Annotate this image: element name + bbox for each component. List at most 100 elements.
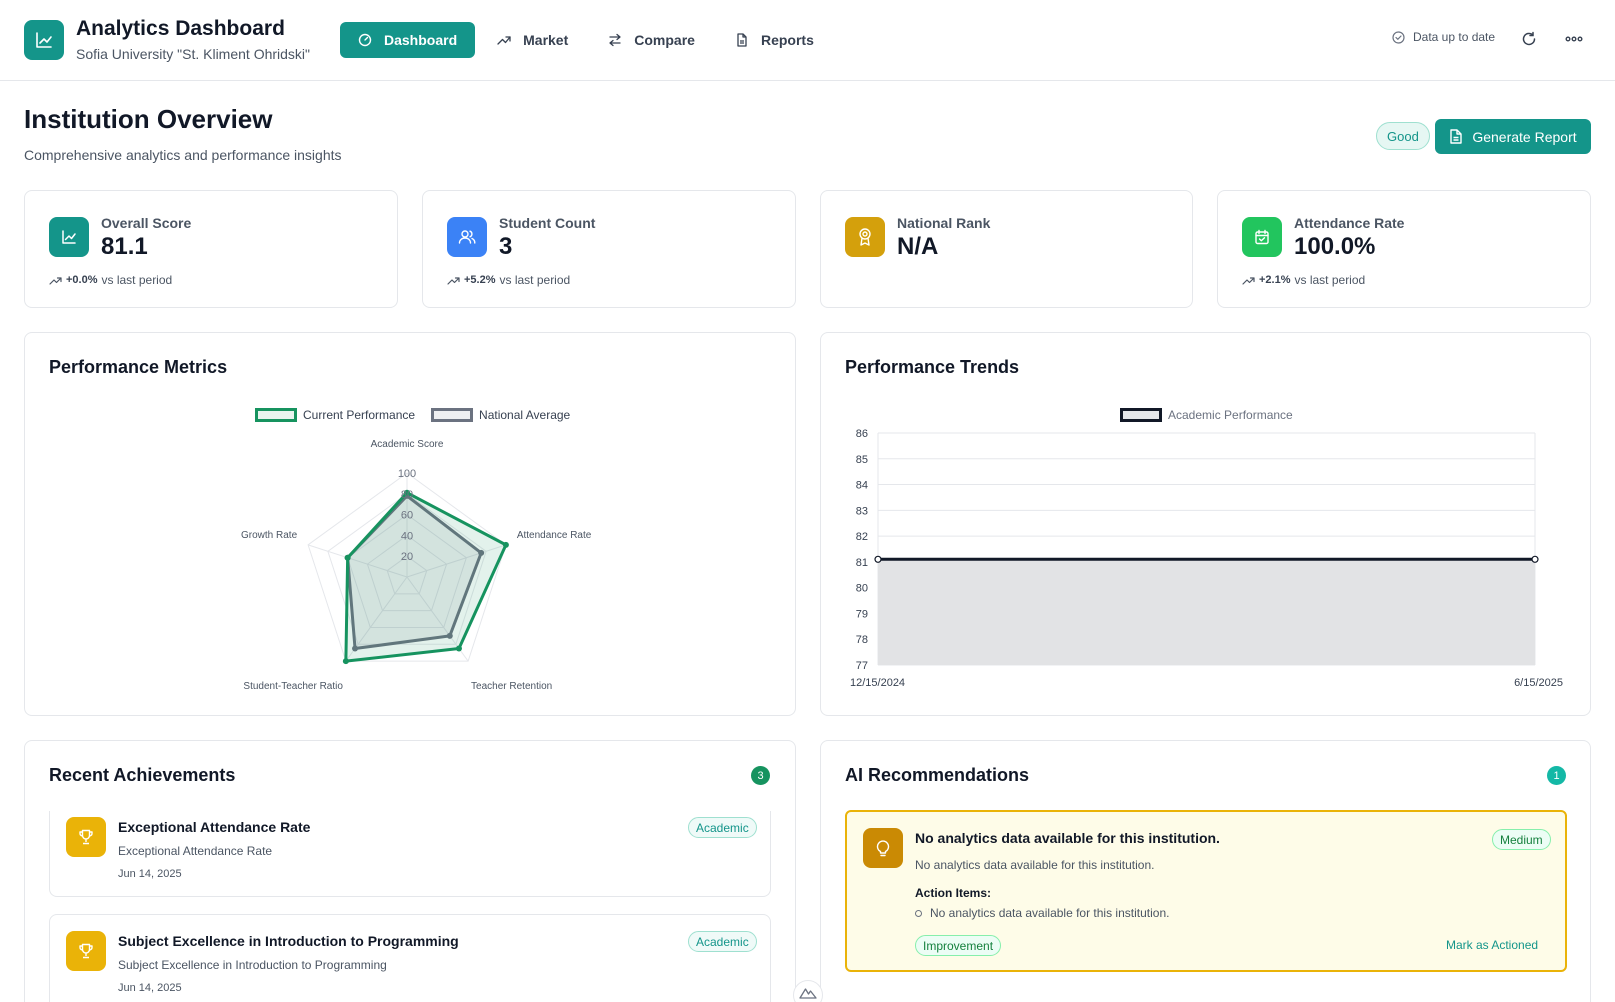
achievement-title: Subject Excellence in Introduction to Pr… — [118, 933, 459, 949]
radar-data-point — [502, 541, 509, 548]
nav-label: Reports — [760, 32, 814, 48]
trend-chart: 77 78 79 80 81 82 83 84 85 86 12/15/2024 6/15/2025 — [850, 428, 1563, 689]
legend-swatch-current[interactable] — [255, 408, 297, 422]
kpi-icon-bg — [1242, 217, 1282, 257]
radar-axis-label: Academic Score — [371, 439, 444, 450]
kpi-label: Student Count — [499, 215, 596, 231]
institution-name: Sofia University "St. Kliment Ohridski" — [76, 46, 311, 62]
more-horizontal-icon — [1565, 36, 1583, 42]
achievement-description: Subject Excellence in Introduction to Pr… — [118, 958, 387, 972]
action-items-label: Action Items: — [915, 886, 992, 900]
kpi-trend: +5.2% vs last period — [447, 273, 570, 287]
lightbulb-icon — [876, 840, 890, 857]
users-icon — [458, 230, 476, 244]
kpi-icon-bg — [49, 217, 89, 257]
kpi-change-suffix: vs last period — [101, 273, 173, 287]
action-item: No analytics data available for this ins… — [915, 906, 1169, 920]
trend-data-point — [874, 555, 882, 563]
achievement-item[interactable]: Exceptional Attendance Rate Exceptional … — [49, 811, 771, 897]
radar-data-point — [455, 645, 462, 652]
trend-y-tick: 84 — [856, 480, 868, 492]
kpi-change-suffix: vs last period — [499, 273, 571, 287]
trend-y-tick: 85 — [856, 454, 868, 466]
kpi-trend: +2.1% vs last period — [1242, 273, 1365, 287]
floating-devtools-button[interactable] — [793, 980, 823, 1002]
priority-badge: Medium — [1492, 829, 1551, 850]
health-badge: Good — [1376, 122, 1430, 150]
radar-data-point — [344, 554, 351, 561]
nav-market[interactable]: Market — [479, 22, 586, 58]
legend-label-current[interactable]: Current Performance — [303, 408, 415, 422]
kpi-icon-bg — [845, 217, 885, 257]
nav-reports[interactable]: Reports — [717, 22, 832, 58]
recommendation-title: No analytics data available for this ins… — [915, 830, 1220, 846]
trend-data-point — [1531, 555, 1539, 563]
radar-tick-label: 20 — [401, 551, 413, 563]
trend-y-tick: 79 — [856, 608, 868, 620]
trophy-icon — [79, 943, 93, 959]
legend-label-national[interactable]: National Average — [479, 408, 570, 422]
kpi-card-overall-score: Overall Score 81.1 +0.0% vs last period — [24, 190, 398, 308]
mark-as-actioned-link[interactable]: Mark as Actioned — [1446, 938, 1538, 952]
achievement-date: Jun 14, 2025 — [118, 868, 182, 880]
legend-swatch-national[interactable] — [431, 408, 474, 422]
section-title: AI Recommendations — [845, 765, 1030, 785]
trend-up-icon — [1242, 277, 1255, 285]
radar-data-point — [342, 658, 349, 665]
radar-axis-label: Attendance Rate — [517, 530, 592, 541]
achievement-title: Exceptional Attendance Rate — [118, 819, 311, 835]
achievement-item[interactable]: Subject Excellence in Introduction to Pr… — [49, 914, 771, 1002]
generate-report-label: Generate Report — [1472, 128, 1577, 145]
calendar-check-icon — [1255, 229, 1269, 245]
main-nav: Dashboard Market Compare Reports — [340, 22, 832, 58]
section-title: Performance Trends — [845, 357, 1020, 377]
achievement-description: Exceptional Attendance Rate — [118, 844, 273, 858]
page-subtitle: Comprehensive analytics and performance … — [24, 147, 342, 163]
kpi-change: +0.0% — [66, 274, 98, 286]
action-item-text: No analytics data available for this ins… — [930, 906, 1170, 920]
data-status: Data up to date — [1392, 30, 1495, 44]
top-bar: Analytics Dashboard Sofia University "St… — [0, 0, 1615, 81]
trophy-icon-bg — [66, 817, 106, 857]
status-text: Data up to date — [1413, 30, 1496, 44]
trophy-icon-bg — [66, 931, 106, 971]
gauge-icon — [358, 33, 372, 47]
recommendation-category-tag: Improvement — [915, 935, 1002, 956]
trend-y-tick: 80 — [856, 583, 868, 595]
achievement-date: Jun 14, 2025 — [118, 982, 182, 994]
more-options-button[interactable] — [1563, 28, 1585, 50]
refresh-button[interactable] — [1518, 28, 1540, 50]
page-title: Institution Overview — [24, 104, 273, 134]
kpi-value: 100.0% — [1294, 233, 1376, 260]
achievement-category-tag: Academic — [688, 817, 757, 838]
radar-tick-label: 60 — [401, 510, 413, 522]
radar-axis-label: Growth Rate — [241, 530, 298, 541]
kpi-change: +2.1% — [1259, 274, 1291, 286]
trend-y-tick: 81 — [856, 557, 868, 569]
generate-report-button[interactable]: Generate Report — [1435, 119, 1591, 154]
kpi-value: 3 — [499, 233, 513, 260]
trend-y-tick: 77 — [856, 660, 868, 672]
section-title: Recent Achievements — [49, 765, 236, 785]
trend-y-tick: 78 — [856, 634, 868, 646]
kpi-label: Attendance Rate — [1294, 215, 1405, 231]
radar-legend: Current Performance National Average — [255, 408, 570, 422]
kpi-value: N/A — [897, 233, 939, 260]
trend-x-tick: 6/15/2025 — [1514, 677, 1563, 689]
check-circle-icon — [1392, 30, 1405, 44]
kpi-icon-bg — [447, 217, 487, 257]
trend-x-tick: 12/15/2024 — [850, 677, 905, 689]
nav-dashboard[interactable]: Dashboard — [340, 22, 476, 58]
chart-line-icon — [36, 32, 52, 48]
mountain-logo-icon — [799, 988, 817, 999]
trophy-icon — [79, 829, 93, 845]
kpi-label: National Rank — [897, 215, 991, 231]
kpi-change: +5.2% — [464, 274, 496, 286]
performance-metrics-card: Performance Metrics Current Performance … — [24, 332, 796, 716]
app-title: Analytics Dashboard — [76, 17, 285, 40]
nav-label: Market — [523, 32, 569, 48]
kpi-card-student-count: Student Count 3 +5.2% vs last period — [422, 190, 796, 308]
radar-series-area — [344, 491, 508, 663]
recommendations-count-badge: 1 — [1547, 766, 1566, 785]
nav-compare[interactable]: Compare — [590, 22, 713, 58]
